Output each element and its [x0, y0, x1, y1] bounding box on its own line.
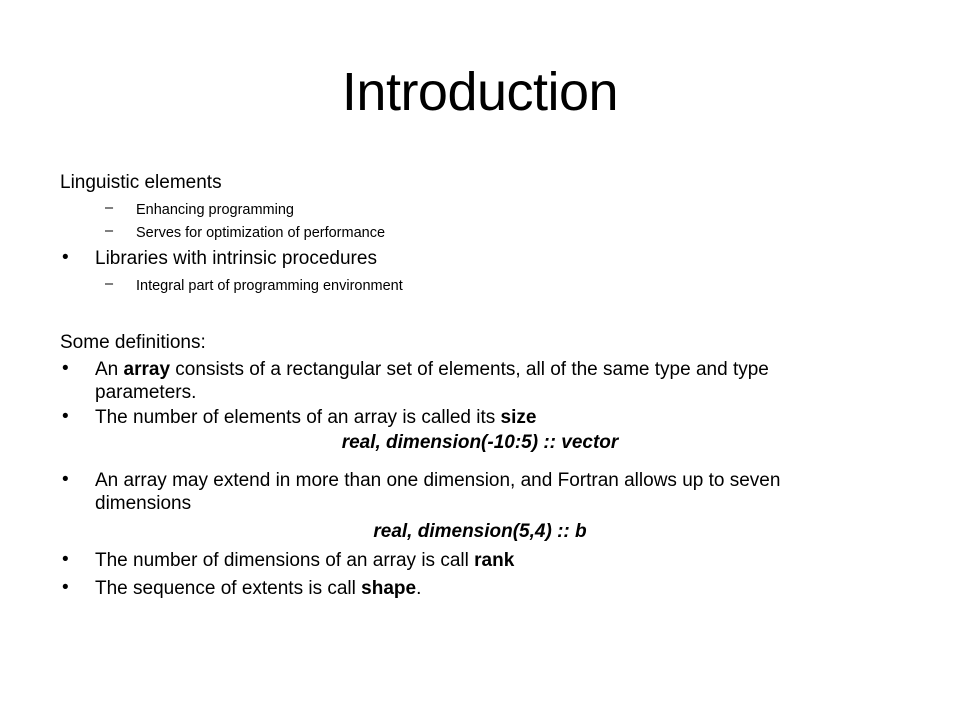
dash-icon: –	[105, 223, 114, 239]
definition-extend: An array may extend in more than one dim…	[95, 470, 781, 491]
definition-extend-continued: dimensions	[95, 493, 192, 514]
term-rank: rank	[474, 550, 515, 571]
intro-subitem: Enhancing programming	[136, 202, 294, 218]
definition-size: The number of elements of an array is ca…	[95, 406, 536, 430]
intro-heading: Linguistic elements	[60, 172, 222, 193]
definition-shape: The sequence of extents is call shape.	[95, 577, 421, 601]
bullet-icon: •	[62, 358, 69, 379]
code-b: real, dimension(5,4) :: b	[373, 521, 587, 542]
definition-rank: The number of dimensions of an array is …	[95, 549, 514, 573]
dash-icon: –	[105, 276, 114, 292]
text: .	[416, 578, 422, 599]
text: An	[95, 359, 124, 380]
bullet-icon: •	[62, 469, 69, 490]
definitions-heading: Some definitions:	[60, 332, 206, 353]
code-vector: real, dimension(-10:5) :: vector	[341, 432, 619, 453]
bullet-icon: •	[62, 549, 69, 570]
definition-array-continued: parameters.	[95, 382, 197, 403]
bullet-icon: •	[62, 406, 69, 427]
bullet-icon: •	[62, 577, 69, 598]
text: The number of elements of an array is ca…	[95, 407, 501, 428]
dash-icon: –	[105, 200, 114, 216]
intro-subitem: Serves for optimization of performance	[136, 225, 386, 241]
slide-title: Introduction	[341, 62, 619, 122]
text: consists of a rectangular set of element…	[170, 359, 769, 380]
libraries-subitem: Integral part of programming environment	[136, 278, 403, 294]
term-array: array	[123, 359, 171, 380]
text: The sequence of extents is call	[95, 578, 362, 599]
term-shape: shape	[361, 578, 417, 599]
definition-array: An array consists of a rectangular set o…	[95, 358, 769, 382]
text: The number of dimensions of an array is …	[95, 550, 475, 571]
bullet-icon: •	[62, 247, 69, 268]
libraries-bullet: Libraries with intrinsic procedures	[95, 248, 377, 269]
term-size: size	[500, 407, 537, 428]
